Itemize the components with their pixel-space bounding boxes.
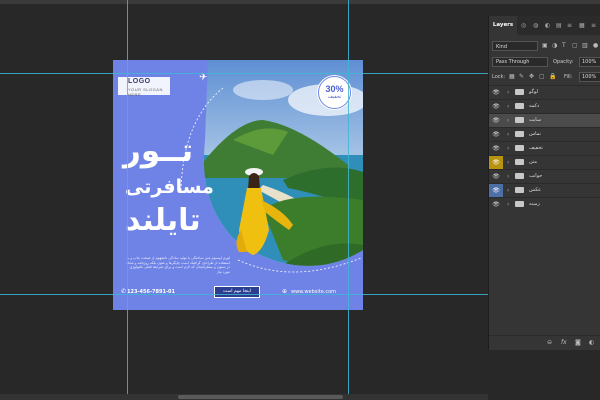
eye-icon[interactable]: 👁 [489, 128, 503, 141]
lock-move-icon[interactable]: ✥ [529, 73, 534, 80]
discount-label: تخفیف [327, 94, 342, 100]
layer-row[interactable]: 👁 › دکمه [489, 99, 600, 113]
logo-text: LOGO [128, 78, 151, 85]
scrollbar-thumb[interactable] [178, 395, 343, 399]
chevron-right-icon[interactable]: › [507, 198, 509, 211]
adjustments-tab-icon[interactable]: ◐ [545, 22, 550, 29]
eye-icon[interactable]: 👁 [489, 114, 503, 127]
chevron-right-icon[interactable]: › [507, 86, 509, 99]
title-line-2: مسافرتی [125, 176, 214, 198]
filter-kind-value: Kind [496, 44, 508, 50]
layer-name: عکس [529, 187, 542, 193]
chevron-right-icon[interactable]: › [507, 128, 509, 141]
folder-icon [515, 173, 524, 179]
folder-icon [515, 103, 524, 109]
panel-tabs: Layers ◎ ◍ ◐ ▤ ≡ ▦ ≡ [489, 16, 600, 35]
title-line-1: تــور [123, 133, 194, 169]
layer-name: زمینه [529, 201, 540, 207]
layer-row[interactable]: 👁 › تخفیف [489, 141, 600, 155]
folder-icon [515, 187, 524, 193]
link-layers-icon[interactable]: ⊖ [547, 339, 552, 346]
chevron-right-icon[interactable]: › [507, 142, 509, 155]
adjustment-filter-icon[interactable]: ◑ [552, 42, 557, 49]
panel-footer: ⊖ fx ◙ ◐ [489, 335, 600, 350]
discount-badge: 30% تخفیف [318, 76, 351, 109]
layer-name: تخفیف [529, 145, 543, 151]
layer-name: سایت [529, 117, 542, 123]
chevron-right-icon[interactable]: › [507, 100, 509, 113]
layer-name: جوانب [529, 173, 543, 179]
lock-all-icon[interactable]: 🔒 [549, 73, 556, 80]
folder-icon [515, 117, 524, 123]
fill-label: Fill: [564, 74, 573, 80]
lock-transparent-icon[interactable]: ▦ [509, 73, 515, 80]
top-strip [0, 0, 600, 4]
tab-layers[interactable]: Layers [489, 16, 517, 35]
layer-row-selected[interactable]: 👁 › سایت [489, 113, 600, 127]
layer-name: تماس [529, 131, 541, 137]
paths-tab-icon[interactable]: ◍ [533, 22, 538, 29]
chevron-right-icon[interactable]: › [507, 170, 509, 183]
layer-row[interactable]: 👁 › لوگو [489, 85, 600, 99]
lock-label: Lock: [492, 74, 506, 80]
swatches-tab-icon[interactable]: ▦ [579, 22, 585, 29]
channels-tab-icon[interactable]: ◎ [521, 22, 526, 29]
chevron-right-icon[interactable]: › [507, 114, 509, 127]
title-line-3: تایلند [125, 203, 201, 238]
layer-row[interactable]: 👁 › زمینه [489, 197, 600, 211]
shape-filter-icon[interactable]: ▢ [572, 42, 578, 49]
logo: LOGO YOUR SLOGAN HERE [122, 76, 170, 97]
history-tab-icon[interactable]: ≡ [567, 22, 572, 29]
add-mask-icon[interactable]: ◙ [575, 339, 581, 346]
fill-input[interactable]: 100% [579, 72, 600, 82]
layer-name: لوگو [529, 89, 539, 95]
layer-name: دکمه [529, 103, 540, 109]
toggle-filter-icon[interactable]: ● [593, 42, 598, 49]
eye-icon[interactable]: 👁 [489, 86, 503, 99]
opacity-label: Opacity: [553, 59, 574, 65]
eye-icon[interactable]: 👁 [489, 198, 503, 211]
folder-icon [515, 89, 524, 95]
layers-panel: Layers ◎ ◍ ◐ ▤ ≡ ▦ ≡ Kind ▣ ◑ T ▢ ▥ ● Pa… [488, 16, 600, 350]
lock-artboard-icon[interactable]: ▢ [539, 73, 545, 80]
layer-row[interactable]: 👁 › عکس [489, 183, 600, 197]
guide-horizontal[interactable] [0, 73, 488, 74]
eye-icon[interactable]: 👁 [489, 142, 503, 155]
smartobject-filter-icon[interactable]: ▥ [582, 42, 588, 49]
eye-icon[interactable]: 👁 [489, 170, 503, 183]
description-text: لورم ایپسوم متن ساختگی با تولید سادگی نا… [126, 256, 230, 274]
chevron-right-icon[interactable]: › [507, 156, 509, 169]
logo-slogan: YOUR SLOGAN HERE [128, 87, 163, 97]
menu-icon[interactable]: ≡ [591, 22, 596, 29]
cta-button[interactable]: اینجا مهم است [214, 286, 260, 298]
pixel-filter-icon[interactable]: ▣ [542, 42, 548, 49]
lock-paint-icon[interactable]: ✎ [519, 73, 524, 80]
layer-row[interactable]: 👁 › جوانب [489, 169, 600, 183]
type-filter-icon[interactable]: T [562, 42, 566, 49]
guide-horizontal[interactable] [0, 294, 488, 295]
blend-mode-value: Pass Through [496, 59, 530, 65]
filter-kind-select[interactable]: Kind [492, 41, 538, 51]
opacity-input[interactable]: 100% [579, 57, 600, 67]
folder-icon [515, 131, 524, 137]
eye-icon[interactable]: 👁 [489, 100, 503, 113]
guide-vertical[interactable] [127, 0, 128, 400]
discount-percent: 30% [325, 84, 344, 94]
folder-icon [515, 201, 524, 207]
guide-vertical[interactable] [348, 0, 349, 400]
fx-icon[interactable]: fx [561, 339, 567, 346]
adjustment-layer-icon[interactable]: ◐ [589, 339, 594, 346]
folder-icon [515, 145, 524, 151]
eye-icon[interactable]: 👁 [489, 156, 503, 169]
poster-artboard[interactable]: ✈ LOGO YOUR SLOGAN HERE 30% تخفیف تــور … [113, 60, 363, 310]
properties-tab-icon[interactable]: ▤ [556, 22, 562, 29]
layer-row[interactable]: 👁 › تماس [489, 127, 600, 141]
horizontal-scrollbar[interactable] [0, 394, 488, 400]
eye-icon[interactable]: 👁 [489, 184, 503, 197]
folder-icon [515, 159, 524, 165]
blend-mode-select[interactable]: Pass Through [492, 57, 548, 67]
layer-row[interactable]: 👁 › متن [489, 155, 600, 169]
chevron-right-icon[interactable]: › [507, 184, 509, 197]
layer-name: متن [529, 159, 537, 165]
